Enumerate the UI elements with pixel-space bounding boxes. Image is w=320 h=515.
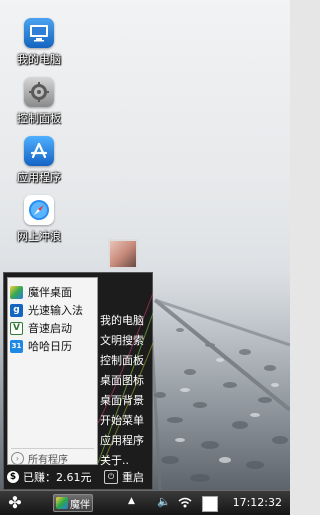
restart-button[interactable]: ⏻ 重启 [104, 469, 144, 485]
power-icon: ⏻ [104, 469, 118, 484]
desktop-icon-control-panel[interactable]: 控制面板 [9, 77, 69, 126]
desktop-icon-web-browser[interactable]: 网上冲浪 [9, 195, 69, 244]
link-civilized-search[interactable]: 文明搜索 [100, 331, 152, 351]
start-menu-divider [11, 448, 94, 449]
start-menu-item-input-method[interactable]: g 光速输入法 [10, 302, 83, 318]
quick-launch-icon: V [10, 321, 23, 335]
battery-icon[interactable] [202, 496, 218, 512]
desktop-icon-label: 控制面板 [17, 112, 61, 125]
taskbar-app-label: 魔伴 [70, 499, 90, 511]
desktop-icon-label: 我的电脑 [17, 53, 61, 66]
start-menu-item-label: 魔伴桌面 [28, 286, 72, 299]
desktop-icon-my-computer[interactable]: 我的电脑 [9, 18, 69, 67]
coin-icon: $ [7, 470, 19, 483]
start-menu-bottom-bar: $ 已赚：2.61元 ⏻ 重启 [4, 464, 152, 489]
all-programs-button[interactable]: › 所有程序 [11, 451, 68, 466]
tray-expand-icon[interactable]: ▲ [128, 496, 135, 506]
desktop-icon-label: 网上冲浪 [17, 230, 61, 243]
earnings-status: 已赚：2.61元 [23, 470, 92, 484]
clover-logo-icon: ✤ [8, 493, 22, 512]
link-control-panel[interactable]: 控制面板 [100, 351, 152, 371]
taskbar-app-moban[interactable]: 魔伴 [53, 494, 93, 512]
link-applications[interactable]: 应用程序 [100, 431, 152, 451]
moban-app-icon [56, 497, 68, 509]
start-button[interactable]: ✤ [6, 494, 24, 512]
taskbar: ✤ 魔伴 ▲ 🔈 17:12:32 [0, 490, 290, 515]
moban-desktop-icon [10, 285, 23, 299]
user-avatar[interactable] [108, 239, 138, 269]
desktop-icon-applications[interactable]: 应用程序 [9, 136, 69, 185]
settings-gear-icon [24, 77, 54, 107]
restart-label: 重启 [122, 470, 144, 484]
start-menu-item-calendar[interactable]: 31 哈哈日历 [10, 338, 72, 354]
start-menu-links: 我的电脑 文明搜索 控制面板 桌面图标 桌面背景 开始菜单 应用程序 关于.. [100, 311, 152, 471]
start-menu-pinned-panel: 魔伴桌面 g 光速输入法 V 音速启动 31 哈哈日历 › 所有程序 [7, 277, 98, 466]
start-menu-item-label: 音速启动 [28, 322, 72, 335]
start-menu-item-label: 哈哈日历 [28, 340, 72, 353]
start-menu-item-label: 光速输入法 [28, 304, 83, 317]
desktop-icon-label: 应用程序 [17, 171, 61, 184]
safari-compass-icon [24, 195, 54, 225]
arrow-right-icon: › [11, 451, 24, 465]
link-desktop-background[interactable]: 桌面背景 [100, 391, 152, 411]
start-menu-item-moban-desktop[interactable]: 魔伴桌面 [10, 284, 72, 300]
wifi-icon[interactable] [177, 495, 193, 512]
calendar-icon: 31 [10, 339, 23, 353]
start-menu: 魔伴桌面 g 光速输入法 V 音速启动 31 哈哈日历 › 所有程序 我的电脑 … [3, 239, 153, 490]
volume-icon[interactable]: 🔈 [157, 495, 171, 508]
start-menu-item-quick-launch[interactable]: V 音速启动 [10, 320, 72, 336]
taskbar-clock[interactable]: 17:12:32 [233, 496, 282, 509]
link-my-computer[interactable]: 我的电脑 [100, 311, 152, 331]
app-store-icon [24, 136, 54, 166]
link-desktop-icons[interactable]: 桌面图标 [100, 371, 152, 391]
input-method-icon: g [10, 303, 23, 317]
link-start-menu[interactable]: 开始菜单 [100, 411, 152, 431]
computer-icon [24, 18, 54, 48]
